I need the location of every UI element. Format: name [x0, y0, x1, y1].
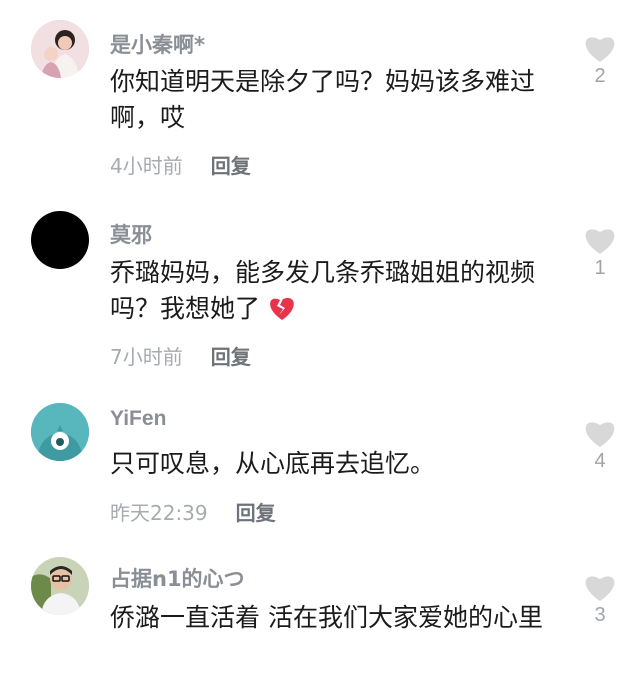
like-count: 3 — [594, 604, 606, 626]
avatar-image — [31, 20, 89, 78]
heart-icon — [585, 422, 615, 447]
avatar-image — [31, 557, 89, 615]
avatar[interactable] — [31, 557, 89, 615]
comment-text: 乔璐妈妈，能多发几条乔璐姐姐的视频吗？我想她了 — [110, 255, 560, 331]
timestamp: 4小时前 — [110, 154, 183, 178]
like-count: 4 — [594, 450, 606, 472]
like-button[interactable]: 1 — [582, 225, 618, 280]
comment-text: 侨潞一直活着 活在我们大家爱她的心里 — [110, 603, 543, 632]
broken-heart-icon — [268, 295, 296, 331]
comment-meta: 4小时前 回复 — [110, 150, 251, 179]
avatar[interactable] — [31, 20, 89, 78]
timestamp: 7小时前 — [110, 345, 183, 369]
like-button[interactable]: 4 — [582, 418, 618, 473]
like-count: 1 — [594, 257, 606, 279]
comment-meta: 7小时前 回复 — [110, 341, 251, 370]
heart-icon — [585, 576, 615, 601]
reply-button[interactable]: 回复 — [211, 154, 251, 178]
reply-button[interactable]: 回复 — [236, 501, 276, 525]
comment-text: 只可叹息，从心底再去追忆。 — [110, 449, 436, 478]
avatar[interactable] — [31, 403, 89, 461]
avatar[interactable] — [31, 211, 89, 269]
comment-text-body: 乔璐妈妈，能多发几条乔璐姐姐的视频吗？我想她了 — [110, 258, 536, 323]
username[interactable]: 占据n1的心つ — [110, 563, 245, 593]
comment-text: 你知道明天是除夕了吗？妈妈该多难过啊，哎 — [110, 67, 536, 132]
timestamp: 昨天22:39 — [110, 501, 208, 525]
username[interactable]: 是小秦啊* — [110, 29, 205, 59]
heart-icon — [585, 37, 615, 62]
comment-meta: 昨天22:39 回复 — [110, 497, 276, 526]
username[interactable]: 莫邪 — [110, 219, 152, 249]
like-button[interactable]: 2 — [582, 33, 618, 88]
username[interactable]: YiFen — [110, 407, 166, 431]
avatar-image — [31, 403, 89, 461]
like-count: 2 — [594, 65, 606, 87]
heart-icon — [585, 229, 615, 254]
like-button[interactable]: 3 — [582, 572, 618, 627]
reply-button[interactable]: 回复 — [211, 345, 251, 369]
